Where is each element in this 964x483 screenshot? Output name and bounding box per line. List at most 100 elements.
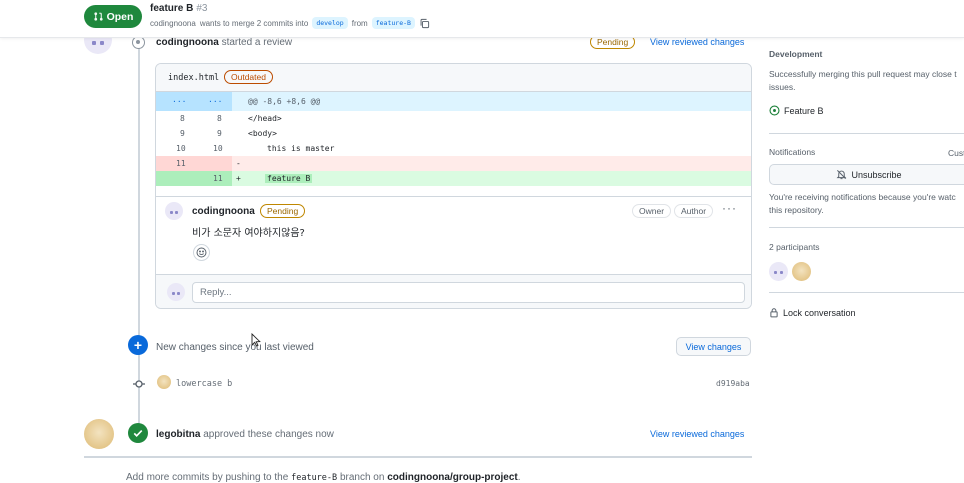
pr-state-badge: Open <box>84 5 142 28</box>
new-changes-text: New changes since you last viewed <box>156 342 314 353</box>
commit-icon <box>133 380 145 388</box>
old-line-number[interactable]: 9 <box>180 129 185 138</box>
notifications-heading: Notifications <box>769 147 816 157</box>
customize-link[interactable]: Cust <box>948 147 964 160</box>
diff-row: 9 9 <body> <box>156 126 751 141</box>
diff-row-added: 11 + feature B <box>156 171 751 186</box>
kebab-menu-icon[interactable]: ··· <box>722 201 737 215</box>
review-thread: index.html Outdated ... ... @@ -8,6 +8,6… <box>155 63 752 309</box>
commit-sha[interactable]: d919aba <box>716 379 750 388</box>
old-line-number[interactable]: 10 <box>176 144 186 153</box>
approver-name[interactable]: legobitna <box>156 429 200 440</box>
diff-hunk-row: ... ... @@ -8,6 +8,6 @@ <box>156 92 751 111</box>
code-line: </head> <box>248 114 282 123</box>
unsubscribe-button[interactable]: Unsubscribe <box>769 164 964 185</box>
new-line-number[interactable]: 11 <box>213 174 223 183</box>
avatar[interactable] <box>157 375 171 389</box>
merge-text: wants to merge 2 commits into <box>199 18 309 28</box>
code-line: this is master <box>267 144 335 153</box>
pr-subtitle: codingnoona wants to merge 2 commits int… <box>150 17 430 29</box>
hunk-expand-right[interactable]: ... <box>208 95 222 104</box>
footer-suffix: . <box>517 472 521 483</box>
development-heading[interactable]: Development <box>769 49 822 59</box>
comment-author[interactable]: codingnoona <box>192 206 255 217</box>
avatar[interactable] <box>165 202 183 220</box>
mouse-cursor-icon <box>251 333 261 347</box>
old-line-number[interactable]: 8 <box>180 114 185 123</box>
review-action: started a review <box>221 37 293 48</box>
new-changes-icon: + <box>128 335 148 355</box>
sidebar-divider <box>769 292 964 293</box>
notifications-text-1: You're receiving notifications because y… <box>769 192 956 202</box>
review-comment: codingnoona Pending Owner Author ··· 비가 … <box>156 196 751 276</box>
diff-row: 8 8 </head> <box>156 111 751 126</box>
pull-request-icon <box>93 12 103 21</box>
code-line: feature B <box>265 174 313 183</box>
linked-issue[interactable]: Feature B <box>769 105 824 116</box>
footer-repo[interactable]: codingnoona/group-project <box>387 472 518 483</box>
bell-slash-icon <box>837 170 847 180</box>
approval-event-text: legobitna approved these changes now <box>156 429 334 440</box>
diff-row: 10 10 this is master <box>156 141 751 156</box>
lock-icon <box>770 308 778 318</box>
approved-check-icon <box>128 423 148 443</box>
new-line-number[interactable]: 10 <box>213 144 223 153</box>
lock-label: Lock conversation <box>783 307 856 318</box>
development-text-2: issues. <box>769 82 796 92</box>
diff-sign: - <box>236 159 241 168</box>
development-text-1: Successfully merging this pull request m… <box>769 69 957 79</box>
avatar[interactable] <box>84 419 114 449</box>
hunk-expand-left[interactable]: ... <box>172 95 186 104</box>
owner-label: Owner <box>632 204 672 218</box>
participants-heading: 2 participants <box>769 242 820 252</box>
view-changes-button[interactable]: View changes <box>676 337 751 356</box>
status-badge: Pending <box>260 204 306 218</box>
sidebar-divider <box>769 227 964 228</box>
old-line-number[interactable]: 11 <box>176 159 186 168</box>
avatar[interactable] <box>792 262 811 281</box>
author-label: Author <box>674 204 714 218</box>
timeline-separator <box>84 456 752 458</box>
sidebar-divider <box>769 133 964 134</box>
footer-note: Add more commits by pushing to the featu… <box>126 472 521 483</box>
commit-message[interactable]: lowercase b <box>176 379 232 389</box>
copy-icon[interactable] <box>419 18 430 29</box>
new-line-number[interactable]: 8 <box>217 114 222 123</box>
from-text: from <box>351 18 368 28</box>
hunk-header: @@ -8,6 +8,6 @@ <box>248 97 321 106</box>
avatar[interactable] <box>167 283 185 301</box>
diff-row-deleted: 11 - <box>156 156 751 171</box>
add-reaction-button[interactable] <box>193 244 210 261</box>
pr-title: feature B #3 <box>150 3 207 14</box>
pr-title-text: feature B <box>150 3 194 14</box>
smiley-icon <box>196 247 207 258</box>
pr-author[interactable]: codingnoona <box>150 19 196 28</box>
timeline-line <box>138 38 140 433</box>
review-user[interactable]: codingnoona <box>156 37 219 48</box>
footer-branch[interactable]: feature-B <box>291 473 337 483</box>
reply-input[interactable]: Reply... <box>192 282 745 303</box>
diff-file-header: index.html Outdated <box>156 64 751 92</box>
pr-number: #3 <box>196 3 208 14</box>
file-name[interactable]: index.html <box>168 73 219 83</box>
footer-prefix: Add more commits by pushing to the <box>126 472 289 483</box>
pr-state-label: Open <box>106 10 134 23</box>
outdated-badge: Outdated <box>224 70 273 84</box>
head-branch[interactable]: feature-B <box>371 17 415 29</box>
view-reviewed-changes-link[interactable]: View reviewed changes <box>650 429 744 439</box>
view-reviewed-changes-link[interactable]: View reviewed changes <box>650 37 744 47</box>
unsubscribe-label: Unsubscribe <box>851 169 902 180</box>
footer-middle: branch on <box>339 472 385 483</box>
code-line: <body> <box>248 129 277 138</box>
sticky-header: Open feature B #3 codingnoona wants to me… <box>0 0 964 38</box>
approval-action: approved these changes now <box>203 429 334 440</box>
base-branch[interactable]: develop <box>312 17 348 29</box>
comment-body: 비가 소문자 여야하지않음? <box>192 228 305 239</box>
issue-open-icon <box>769 105 780 116</box>
new-line-number[interactable]: 9 <box>217 129 222 138</box>
reply-area: Reply... <box>156 274 751 308</box>
diff-sign: + <box>236 174 241 183</box>
lock-conversation[interactable]: Lock conversation <box>769 307 856 318</box>
review-event-text: codingnoona started a review <box>156 37 292 48</box>
avatar[interactable] <box>769 262 788 281</box>
